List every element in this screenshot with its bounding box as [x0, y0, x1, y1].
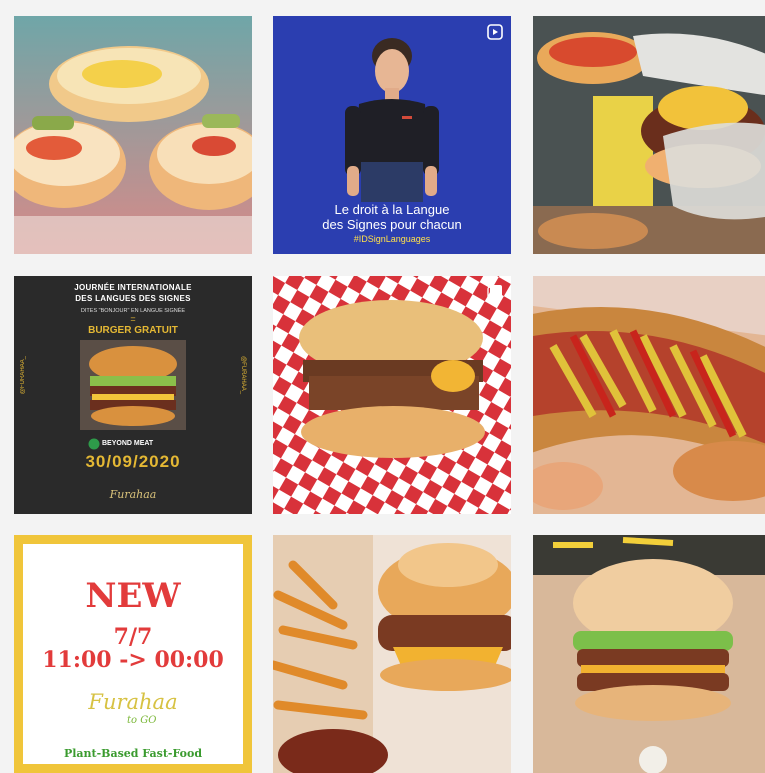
- post-thumbnail-5[interactable]: [273, 276, 511, 514]
- post-hashtag: #IDSignLanguages: [353, 234, 431, 244]
- burger-basket-photo: [273, 276, 511, 514]
- promo-headline: NEW: [85, 576, 181, 616]
- promo-logo: Furahaa: [88, 690, 178, 714]
- promo-tagline: Plant-Based Fast-Food: [63, 747, 203, 760]
- beyond-meat-logo-icon: [88, 438, 100, 450]
- double-burger-photo: [533, 535, 765, 773]
- poster-offer: BURGER GRATUIT: [88, 325, 178, 336]
- poster-date: 30/09/2020: [85, 452, 181, 471]
- promo-hours: 11:00 -> 00:00: [42, 647, 224, 673]
- post-grid: Le droit à la Langue des Signes pour cha…: [0, 0, 765, 773]
- post-thumbnail-8[interactable]: [273, 535, 511, 773]
- reel-icon: [487, 24, 503, 40]
- post-thumbnail-7[interactable]: NEW 7/7 11:00 -> 00:00 Furahaa to GO Pla…: [14, 535, 252, 773]
- hotdog-photo: [533, 276, 765, 514]
- promo-card: NEW 7/7 11:00 -> 00:00 Furahaa to GO Pla…: [20, 541, 246, 767]
- poster-burger-image: [80, 340, 186, 430]
- promo-logo-sub: to GO: [127, 715, 157, 726]
- post-thumbnail-9[interactable]: [533, 535, 765, 773]
- post-thumbnail-2[interactable]: Le droit à la Langue des Signes pour cha…: [273, 16, 511, 254]
- burgers-tray-photo: [14, 16, 252, 254]
- post-thumbnail-6[interactable]: [533, 276, 765, 514]
- poster-handle-right: @FURAHAA_: [240, 356, 246, 395]
- poster-handle-left: @FURAHAA_: [20, 356, 26, 395]
- carousel-icon: [487, 285, 502, 300]
- post-caption: Le droit à la Langue des Signes pour cha…: [322, 202, 462, 232]
- event-poster: JOURNÉE INTERNATIONALE DES LANGUES DES S…: [14, 276, 252, 514]
- poster-title: JOURNÉE INTERNATIONALE DES LANGUES DES S…: [74, 283, 192, 303]
- poster-equals: =: [130, 314, 136, 324]
- post-thumbnail-4[interactable]: JOURNÉE INTERNATIONALE DES LANGUES DES S…: [14, 276, 252, 514]
- poster-brand: BEYOND MEAT: [102, 440, 154, 447]
- poster-logo: Furahaa: [109, 488, 157, 501]
- post-thumbnail-1[interactable]: [14, 16, 252, 254]
- burger-fries-photo: [273, 535, 511, 773]
- post-thumbnail-3[interactable]: [533, 16, 765, 254]
- gloved-hands-burger-photo: [533, 16, 765, 254]
